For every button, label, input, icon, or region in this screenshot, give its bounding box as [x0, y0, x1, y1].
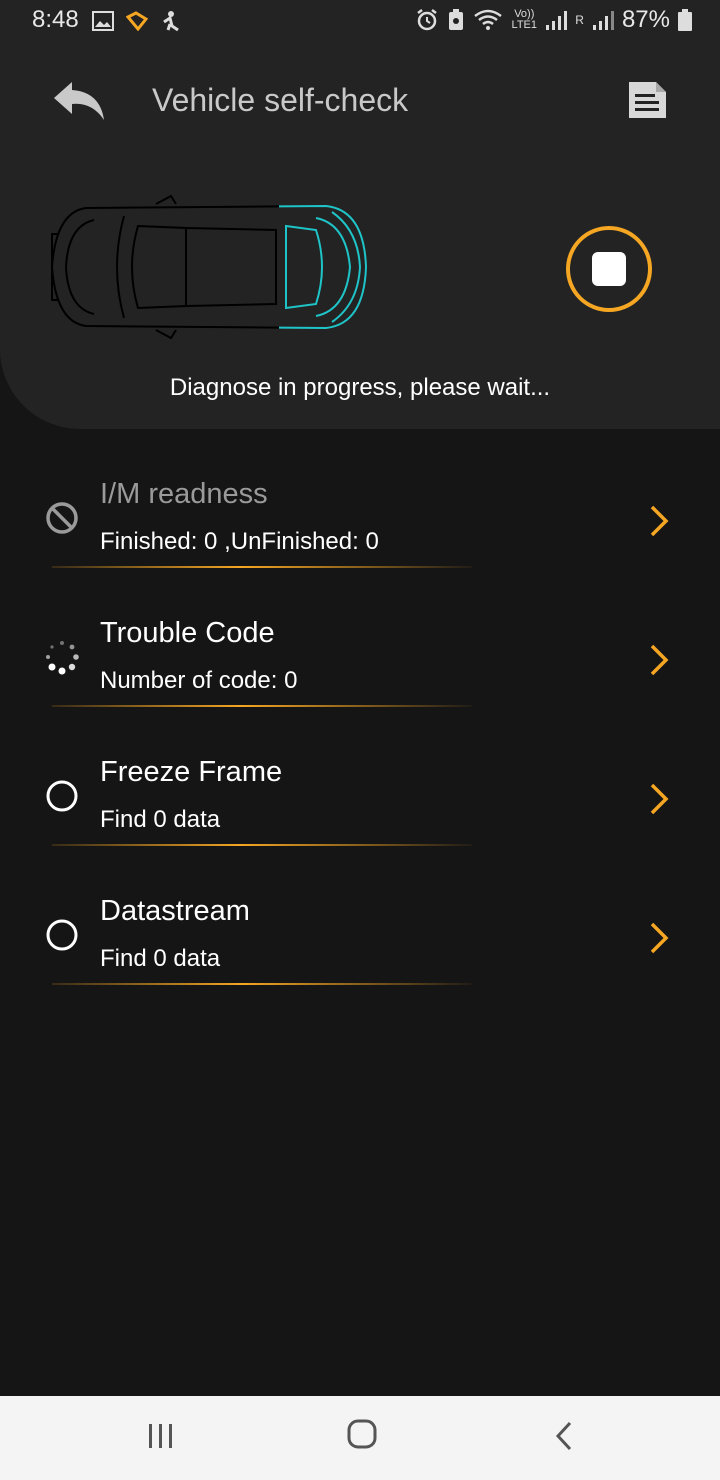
loading-spinner-icon	[46, 641, 79, 675]
car-outline-icon	[50, 194, 368, 340]
item-title: I/M readness	[100, 478, 268, 510]
item-subtitle: Find 0 data	[100, 806, 221, 833]
notification-icons	[92, 10, 180, 32]
item-subtitle: Number of code: 0	[100, 667, 298, 694]
battery-percent: 87%	[621, 6, 670, 33]
recents-icon[interactable]	[146, 1422, 176, 1450]
saver-icon	[449, 9, 464, 30]
chevron-right-icon	[650, 505, 669, 537]
system-icons: Vo)) LTE1 R 87%	[415, 6, 692, 34]
signal-icon	[546, 11, 568, 30]
report-icon[interactable]	[626, 80, 668, 120]
image-icon	[92, 11, 114, 31]
network-label: Vo)) LTE1	[511, 8, 538, 31]
item-title: Datastream	[100, 895, 250, 927]
accessibility-icon	[163, 11, 179, 32]
battery-icon	[678, 9, 692, 31]
item-subtitle: Finished: 0 ,UnFinished: 0	[100, 528, 379, 555]
home-icon[interactable]	[346, 1418, 378, 1450]
chevron-right-icon	[650, 922, 669, 954]
pending-circle-icon	[46, 919, 78, 951]
nav-back-icon[interactable]	[552, 1420, 576, 1452]
pending-circle-icon	[46, 780, 78, 812]
list-item-datastream[interactable]: Datastream Find 0 data	[0, 877, 720, 1016]
roaming-indicator: R	[575, 12, 584, 27]
alarm-icon	[417, 9, 438, 31]
progress-message: Diagnose in progress, please wait...	[169, 374, 551, 401]
header-panel: Vehicle self-check Diagnose in progress,…	[0, 44, 720, 429]
item-title: Trouble Code	[100, 617, 275, 649]
item-title: Freeze Frame	[100, 756, 283, 788]
status-bar: 8:48 Vo)) LTE1 R 87%	[0, 0, 720, 44]
list-item-freeze-frame[interactable]: Freeze Frame Find 0 data	[0, 738, 720, 877]
system-navigation-bar	[0, 1396, 720, 1480]
stop-button[interactable]	[566, 226, 652, 312]
divider	[52, 705, 472, 707]
chevron-right-icon	[650, 644, 669, 676]
divider	[52, 844, 472, 846]
list-item-im-readiness[interactable]: I/M readness Finished: 0 ,UnFinished: 0	[0, 460, 720, 599]
divider	[52, 983, 472, 985]
page-title: Vehicle self-check	[152, 82, 409, 118]
item-subtitle: Find 0 data	[100, 945, 221, 972]
chevron-right-icon	[650, 783, 669, 815]
divider	[52, 566, 472, 568]
check-list: I/M readness Finished: 0 ,UnFinished: 0 …	[0, 460, 720, 1016]
disabled-icon	[46, 502, 78, 534]
list-item-trouble-code[interactable]: Trouble Code Number of code: 0	[0, 599, 720, 738]
back-arrow-icon[interactable]	[50, 78, 106, 122]
app-notification-icon	[126, 11, 148, 31]
stop-icon	[592, 252, 626, 286]
status-time: 8:48	[32, 6, 79, 33]
signal-icon	[592, 11, 614, 30]
wifi-icon	[474, 9, 503, 30]
